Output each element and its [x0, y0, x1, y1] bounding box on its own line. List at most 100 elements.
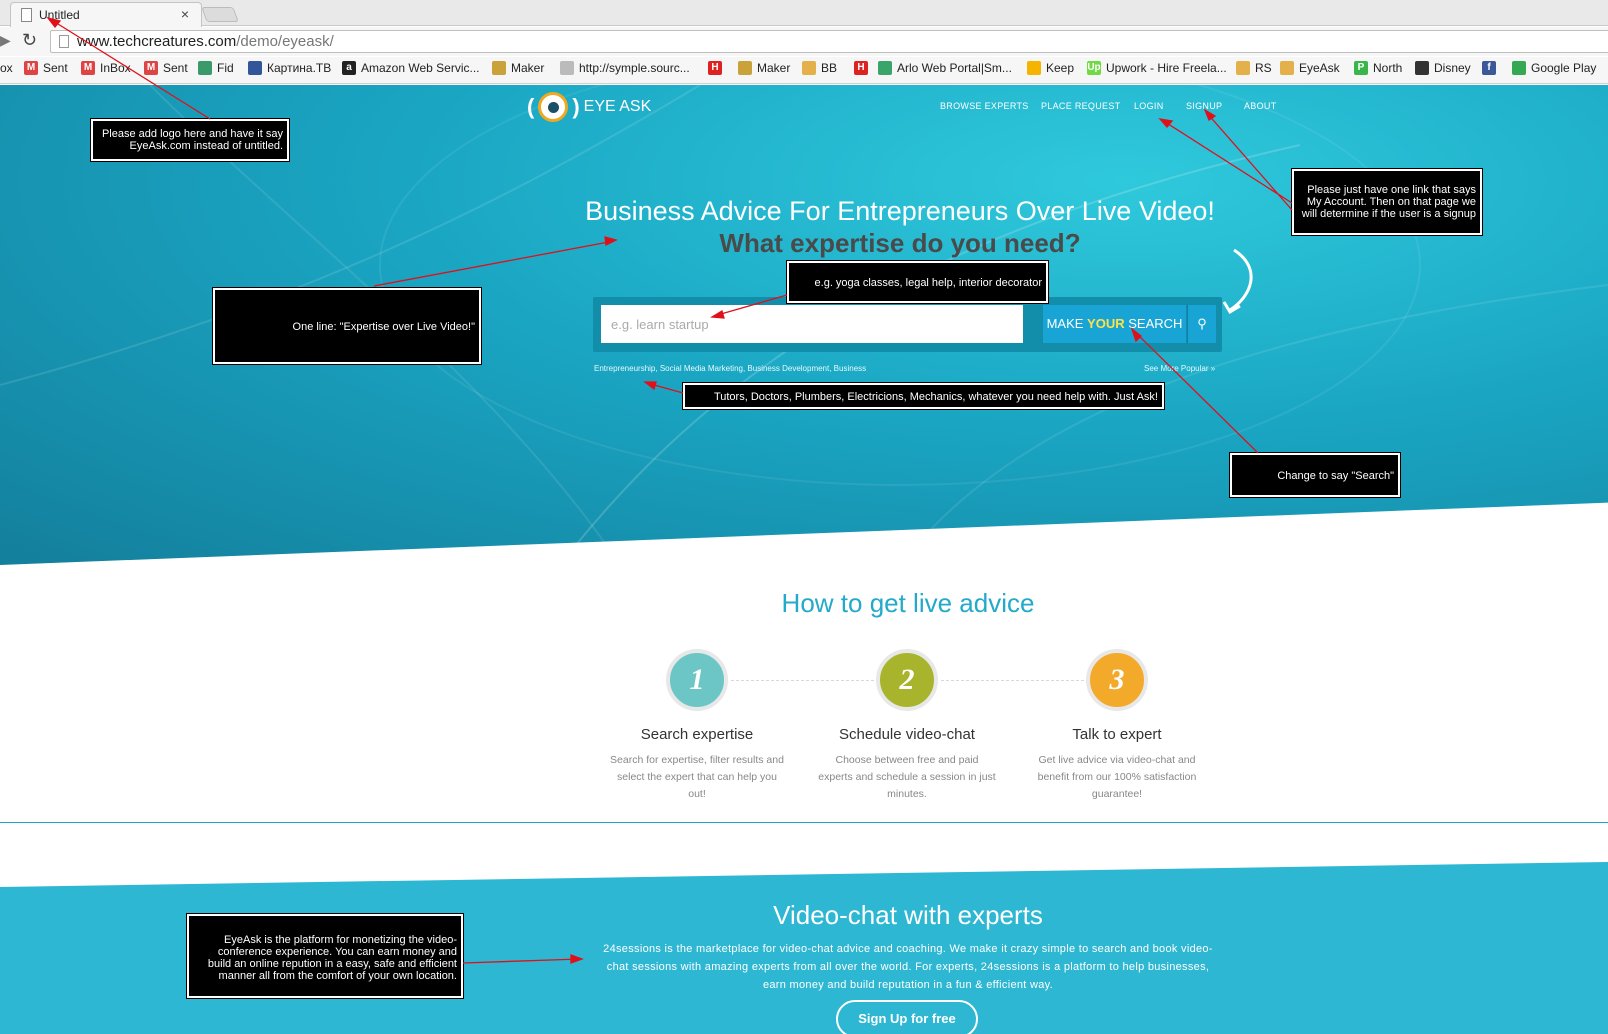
step-1-title: Search expertise: [640, 726, 754, 743]
bookmark-item[interactable]: Disney: [1415, 61, 1471, 75]
bookmark-label: BB: [821, 61, 838, 75]
step-3-badge: 3: [1086, 649, 1148, 711]
bookmark-label: ox: [0, 61, 13, 75]
bookmark-label: Fid: [217, 61, 234, 75]
nav-browse-experts[interactable]: BROWSE EXPERTS: [940, 101, 1029, 111]
bookmark-item[interactable]: BB: [802, 61, 837, 75]
bookmark-item[interactable]: M Sent: [24, 61, 68, 75]
bookmark-item[interactable]: http://symple.sourc...: [560, 61, 690, 75]
forward-icon[interactable]: ▶: [0, 32, 11, 49]
keep-icon: [1027, 61, 1041, 75]
curved-arrow-icon: [1222, 248, 1253, 315]
fid-icon: [198, 61, 212, 75]
bookmark-item[interactable]: Картина.ТВ: [248, 61, 331, 75]
bookmarks-bar: ox M Sent M InBox M Sent Fid Картина.ТВ a Amazon W…: [0, 57, 1608, 84]
browser-tab[interactable]: Untitled ×: [10, 2, 202, 27]
bookmark-item[interactable]: Fid: [198, 61, 234, 75]
bookmark-label: Maker: [511, 61, 545, 75]
bookmark-label: Sent: [163, 61, 188, 75]
arlo-icon: [878, 61, 892, 75]
address-bar[interactable]: www.techcreatures.com/demo/eyeask/: [50, 30, 1608, 53]
folder-icon: [1280, 61, 1294, 75]
bookmark-item[interactable]: Maker: [492, 61, 544, 75]
make-your-search-button[interactable]: MAKE YOUR SEARCH: [1043, 305, 1186, 343]
step-connector: [941, 680, 1089, 681]
hero-title: Business Advice For Entrepreneurs Over L…: [585, 196, 1215, 226]
bookmark-label: Google Play: [1531, 61, 1597, 75]
how-section-title: How to get live advice: [781, 588, 1035, 618]
close-icon[interactable]: ×: [181, 6, 189, 22]
bookmark-item[interactable]: Up Upwork - Hire Freela...: [1087, 61, 1227, 75]
bookmark-label: Arlo Web Portal|Sm...: [897, 61, 1012, 75]
step-1-badge: 1: [666, 649, 728, 711]
bookmark-item[interactable]: Maker: [738, 61, 790, 75]
video-section-description: 24sessions is the marketplace for video-…: [603, 943, 1213, 991]
bookmark-label: EyeAsk: [1299, 61, 1340, 75]
url-host: www.techcreatures.com: [77, 33, 237, 50]
disney-icon: [1415, 61, 1429, 75]
bookmark-item[interactable]: P North: [1354, 61, 1402, 75]
search-icon[interactable]: ⚲: [1187, 305, 1216, 343]
url-path: /demo/eyeask/: [236, 33, 334, 50]
bookmark-item[interactable]: M InBox: [81, 61, 131, 75]
bookmark-label: Disney: [1434, 61, 1471, 75]
page-icon: [59, 35, 69, 48]
bookmark-label: Keep: [1046, 61, 1075, 75]
bookmark-item[interactable]: H: [854, 61, 873, 75]
bookmark-label: Maker: [757, 61, 791, 75]
bookmark-item[interactable]: Google Play: [1512, 61, 1596, 75]
bookmark-item[interactable]: EyeAsk: [1280, 61, 1340, 75]
eye-icon: [538, 92, 569, 122]
bookmark-item[interactable]: H: [708, 61, 727, 75]
step-1-description: Search for expertise, filter results and…: [610, 754, 784, 800]
bookmark-item[interactable]: Arlo Web Portal|Sm...: [878, 61, 1012, 75]
annotation-search: Change to say "Search": [1229, 452, 1401, 498]
browser-toolbar: ▶ ↻ www.techcreatures.com/demo/eyeask/: [0, 27, 1608, 56]
search-button-post: SEARCH: [1124, 316, 1183, 331]
step-2-description: Choose between free and paid experts and…: [818, 754, 996, 800]
gmail-icon: M: [24, 61, 38, 75]
bookmark-item[interactable]: ox: [0, 61, 13, 75]
nav-signup[interactable]: SIGNUP: [1186, 101, 1222, 111]
bookmark-label: http://symple.sourc...: [579, 61, 690, 75]
bookmark-label: North: [1373, 61, 1403, 75]
document-icon: [21, 8, 32, 22]
new-tab-button[interactable]: [201, 7, 239, 22]
maker-icon: [738, 61, 752, 75]
logo-bracket-left: (: [527, 94, 535, 119]
nav-login[interactable]: LOGIN: [1134, 101, 1164, 111]
search-input[interactable]: [601, 305, 1023, 343]
bookmark-item[interactable]: Keep: [1027, 61, 1074, 75]
bookmark-item[interactable]: a Amazon Web Servic...: [342, 61, 480, 75]
play-icon: [1512, 61, 1526, 75]
sign-up-button[interactable]: Sign Up for free: [836, 1000, 978, 1034]
site-logo[interactable]: ( ) EYE ASK: [527, 92, 651, 122]
annotation-platform: EyeAsk is the platform for monetizing th…: [186, 913, 464, 999]
h-icon: H: [708, 61, 722, 75]
facebook-icon: f: [1482, 61, 1496, 75]
annotation-placeholder: e.g. yoga classes, legal help, interior …: [786, 260, 1049, 304]
bookmark-item[interactable]: M Sent: [144, 61, 188, 75]
hero-subtitle: What expertise do you need?: [719, 228, 1081, 258]
reload-icon[interactable]: ↻: [22, 30, 37, 51]
see-more-popular-link[interactable]: See More Popular »: [1144, 364, 1215, 373]
amazon-icon: a: [342, 61, 356, 75]
gmail-icon: M: [81, 61, 95, 75]
nav-place-request[interactable]: PLACE REQUEST: [1041, 101, 1120, 111]
logo-bracket-right: ): [572, 94, 580, 119]
logo-text: EYE ASK: [583, 98, 652, 115]
bookmark-label: RS: [1255, 61, 1272, 75]
upwork-icon: Up: [1087, 61, 1101, 75]
annotation-my-account: Please just have one link that says My A…: [1291, 168, 1483, 236]
annotation-logo: Please add logo here and have it say Eye…: [90, 118, 290, 162]
bookmark-label: Картина.ТВ: [267, 61, 332, 75]
nav-about[interactable]: ABOUT: [1244, 101, 1277, 111]
step-2-badge: 2: [876, 649, 938, 711]
tab-strip: Untitled ×: [0, 0, 1608, 27]
bookmark-item[interactable]: f: [1482, 61, 1501, 75]
search-button-pre: MAKE: [1046, 316, 1088, 331]
gmail-icon: M: [144, 61, 158, 75]
popular-tags[interactable]: Entrepreneurship, Social Media Marketing…: [594, 364, 866, 373]
folder-icon: [802, 61, 816, 75]
bookmark-item[interactable]: RS: [1236, 61, 1272, 75]
